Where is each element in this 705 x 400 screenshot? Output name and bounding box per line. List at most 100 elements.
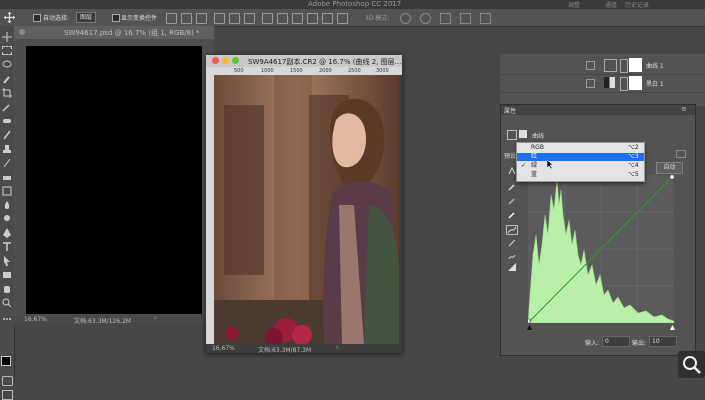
distribute-vcenter-icon[interactable] xyxy=(277,13,288,24)
edit-toolbar-icon[interactable] xyxy=(2,314,12,324)
layer-row[interactable]: 黑白 1 xyxy=(500,75,705,93)
doc1-zoom-level[interactable]: 16.67% xyxy=(24,316,47,323)
distribute-right-icon[interactable] xyxy=(322,13,333,24)
auto-select-dropdown[interactable]: 图层 xyxy=(76,12,97,23)
layers-panel: 曲线 1 黑白 1 xyxy=(500,54,705,106)
doc2-doc-size: 文档:63.3M/87.3M xyxy=(258,347,312,354)
healing-brush-tool-icon[interactable] xyxy=(2,116,12,126)
scale-3d-icon[interactable] xyxy=(480,13,491,24)
channel-option-red[interactable]: 红 ⌥3 xyxy=(517,153,644,161)
brush-tool-icon[interactable] xyxy=(2,130,12,140)
mask-icon[interactable] xyxy=(519,130,527,138)
dodge-tool-icon[interactable] xyxy=(2,214,12,224)
distribute-bottom-icon[interactable] xyxy=(292,13,303,24)
align-vcenter-icon[interactable] xyxy=(181,13,192,24)
auto-button[interactable]: 自动 xyxy=(656,162,683,174)
smooth-curve-icon[interactable] xyxy=(508,253,516,263)
eyedropper-black-icon[interactable] xyxy=(508,183,516,193)
panel-menu-icon[interactable]: ≡ xyxy=(681,105,687,113)
quick-select-tool-icon[interactable] xyxy=(2,74,12,84)
blur-tool-icon[interactable] xyxy=(2,200,12,210)
align-bottom-icon[interactable] xyxy=(196,13,207,24)
doc2-status-arrow-icon[interactable]: › xyxy=(336,344,338,351)
doc2-photo-canvas[interactable] xyxy=(214,75,399,344)
layer-visibility-icon[interactable] xyxy=(586,79,595,88)
channel-option-green[interactable]: ✓ 绿 ⌥4 xyxy=(517,162,644,170)
draw-curve-pencil-icon[interactable] xyxy=(508,239,516,249)
curves-icon xyxy=(507,130,517,140)
layer-link-icon xyxy=(620,77,628,91)
white-point-slider[interactable] xyxy=(670,324,675,330)
history-brush-tool-icon[interactable] xyxy=(2,158,12,168)
eyedropper-tool-icon[interactable] xyxy=(2,102,12,112)
move-tool-options-icon[interactable] xyxy=(4,12,15,25)
quick-mask-icon[interactable] xyxy=(2,376,13,386)
doc2-close-icon[interactable] xyxy=(212,57,219,64)
gradient-tool-icon[interactable] xyxy=(2,186,12,196)
distribute-top-icon[interactable] xyxy=(262,13,273,24)
zoom-tool-icon[interactable] xyxy=(2,298,12,308)
channel-option-label: 蓝 xyxy=(531,171,538,178)
curves-graph[interactable] xyxy=(525,174,675,324)
tab-channels[interactable]: 通道 xyxy=(605,0,617,9)
type-tool-icon[interactable] xyxy=(2,242,12,252)
channel-option-blue[interactable]: 蓝 ⌥5 xyxy=(517,171,644,179)
clone-stamp-tool-icon[interactable] xyxy=(2,144,12,154)
rectangle-tool-icon[interactable] xyxy=(2,270,12,280)
doc1-status-arrow-icon[interactable]: › xyxy=(154,315,156,322)
roll-3d-icon[interactable] xyxy=(420,13,431,24)
pan-3d-icon[interactable] xyxy=(440,13,451,24)
distribute-left-icon[interactable] xyxy=(307,13,318,24)
layer-name[interactable]: 曲线 1 xyxy=(646,61,664,70)
properties-header[interactable]: 属性 ≡ xyxy=(501,105,695,115)
slide-3d-icon[interactable] xyxy=(460,13,471,24)
tools-panel xyxy=(0,26,15,400)
move-tool-icon[interactable] xyxy=(2,32,12,42)
eraser-tool-icon[interactable] xyxy=(2,172,12,182)
show-transform-checkbox[interactable] xyxy=(112,14,120,22)
doc2-title-bar[interactable]: SW9A4617副本.CR2 @ 16.7% (曲线 2, 图层... xyxy=(206,55,402,67)
layer-row[interactable]: 曲线 1 xyxy=(500,57,705,75)
tab-history[interactable]: 历史记录 xyxy=(625,0,649,9)
target-adjust-hand-icon[interactable] xyxy=(508,166,516,175)
doc2-maximize-icon[interactable] xyxy=(232,57,239,64)
doc1-close-icon[interactable] xyxy=(19,29,25,35)
edit-curve-points-icon[interactable] xyxy=(506,225,518,235)
pen-tool-icon[interactable] xyxy=(2,228,12,238)
screen-mode-icon[interactable] xyxy=(2,390,13,400)
crop-tool-icon[interactable] xyxy=(2,88,12,98)
layer-name[interactable]: 黑白 1 xyxy=(646,79,664,88)
lasso-tool-icon[interactable] xyxy=(2,60,12,70)
eyedropper-white-icon[interactable] xyxy=(508,211,516,221)
preset-dropdown-arrow-icon[interactable] xyxy=(676,150,686,158)
clipping-warning-icon[interactable] xyxy=(508,263,516,273)
align-top-icon[interactable] xyxy=(166,13,177,24)
channel-option-shortcut: ⌥4 xyxy=(628,162,639,169)
align-right-icon[interactable] xyxy=(244,13,255,24)
document-tab-1[interactable]: SW94617.psd @ 16.7% (组 1, RGB/8) * xyxy=(14,26,214,39)
layer-visibility-icon[interactable] xyxy=(586,61,595,70)
doc2-minimize-icon[interactable] xyxy=(222,57,229,64)
foreground-color-swatch[interactable] xyxy=(1,356,11,366)
input-value-field[interactable]: 0 xyxy=(602,336,630,347)
path-selection-tool-icon[interactable] xyxy=(2,256,12,266)
hand-tool-icon[interactable] xyxy=(2,284,12,294)
channel-dropdown-menu[interactable]: RGB ⌥2 红 ⌥3 ✓ 绿 ⌥4 蓝 ⌥5 xyxy=(516,142,645,182)
marquee-tool-icon[interactable] xyxy=(2,46,12,55)
auto-align-icon[interactable] xyxy=(337,13,348,24)
align-left-icon[interactable] xyxy=(214,13,225,24)
channel-option-rgb[interactable]: RGB ⌥2 xyxy=(517,144,644,152)
tab-adjustments[interactable]: 调整 xyxy=(568,0,580,9)
search-button[interactable] xyxy=(678,351,705,378)
doc2-zoom-level[interactable]: 16.67% xyxy=(212,345,235,352)
eyedropper-gray-icon[interactable] xyxy=(508,197,516,207)
align-hcenter-icon[interactable] xyxy=(229,13,240,24)
layer-mask-thumbnail[interactable] xyxy=(629,58,642,72)
layer-mask-thumbnail[interactable] xyxy=(629,76,642,90)
orbit-3d-icon[interactable] xyxy=(400,13,411,24)
black-point-slider[interactable] xyxy=(527,324,532,330)
auto-select-checkbox[interactable] xyxy=(33,14,41,22)
doc1-canvas[interactable] xyxy=(26,46,202,314)
ruler-tick: 2000 xyxy=(319,68,332,74)
output-value-field[interactable]: 10 xyxy=(649,336,677,347)
